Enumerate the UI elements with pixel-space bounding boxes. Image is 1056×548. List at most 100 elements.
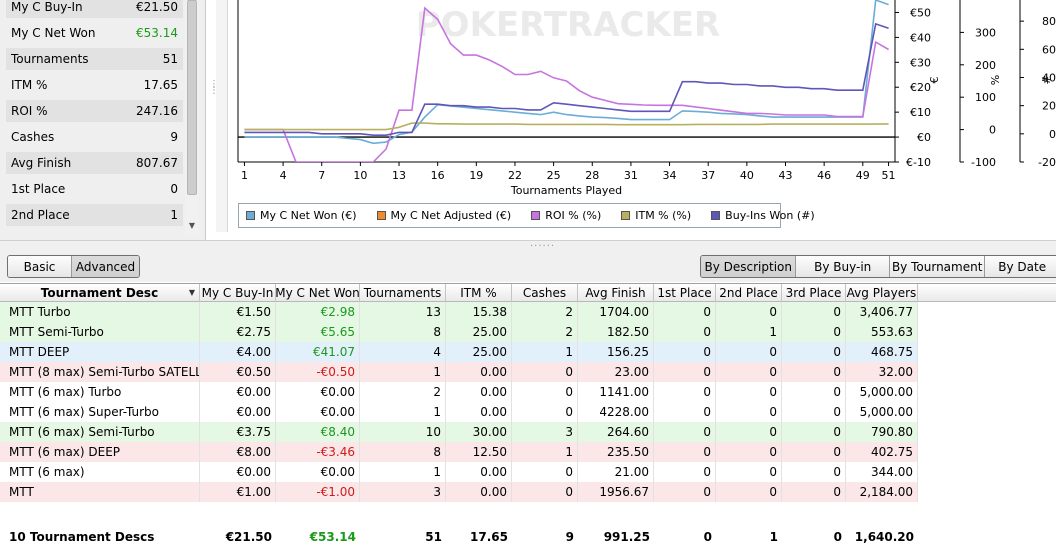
stats-scroll-thumb[interactable] <box>187 0 197 195</box>
table-cell: 0 <box>782 442 846 462</box>
x-tick-label: 4 <box>280 169 287 182</box>
column-header[interactable]: My C Net Won <box>275 284 360 302</box>
report-toolbar: Basic Advanced By Description By Buy-in By … <box>0 252 1056 282</box>
legend-swatch <box>376 211 386 220</box>
table-cell: 25.00 <box>446 342 512 362</box>
legend-item[interactable]: Buy-Ins Won (#) <box>711 209 815 222</box>
tab-by-description[interactable]: By Description <box>701 256 797 277</box>
legend-label: My C Net Adjusted (€) <box>390 209 512 222</box>
table-cell: 0 <box>654 342 716 362</box>
table-cell: €0.00 <box>200 402 276 422</box>
splitter-grip-icon[interactable]: ······ <box>530 242 555 252</box>
legend-item[interactable]: My C Net Adjusted (€) <box>376 209 512 222</box>
table-cell: 0 <box>654 482 716 502</box>
x-tick-label: 37 <box>701 169 715 182</box>
table-cell: 0 <box>833 530 842 544</box>
table-row[interactable]: MTT DEEP €4.00 €41.07 4 25.00 1 156.25 0 0 0 468.7… <box>0 342 918 362</box>
stat-label: Tournaments <box>11 52 89 66</box>
stat-value: €53.14 <box>136 26 178 40</box>
table-cell: 25.00 <box>446 322 512 342</box>
legend-label: Buy-Ins Won (#) <box>725 209 815 222</box>
x-axis-label: Tournaments Played <box>510 184 622 197</box>
legend-item[interactable]: My C Net Won (€) <box>246 209 357 222</box>
table-cell: 4228.00 <box>578 402 654 422</box>
legend-label: My C Net Won (€) <box>260 209 357 222</box>
table-cell: MTT <box>0 482 200 502</box>
table-cell: -€3.46 <box>276 442 360 462</box>
column-header[interactable]: 2nd Place <box>716 284 782 302</box>
y-axis-label: # <box>1040 75 1053 84</box>
table-cell: 0 <box>716 482 782 502</box>
table-cell: MTT (8 max) Semi-Turbo SATELLITE <box>0 362 200 382</box>
table-cell: 0 <box>782 382 846 402</box>
horizontal-splitter[interactable] <box>0 240 1056 252</box>
column-header[interactable]: 1st Place <box>654 284 716 302</box>
watermark-text: POKERTRACKER <box>416 5 720 45</box>
table-row[interactable]: MTT (6 max) €0.00 €0.00 1 0.00 0 21.00 0 0 0 344.0… <box>0 462 918 482</box>
table-cell: €8.00 <box>200 442 276 462</box>
column-header[interactable]: ITM % <box>446 284 512 302</box>
stats-scrollbar[interactable]: ▼ <box>185 0 199 236</box>
y-tick-label: 100 <box>975 91 996 104</box>
column-header[interactable]: Avg Finish <box>578 284 654 302</box>
table-cell: 0 <box>716 382 782 402</box>
x-tick-label: 34 <box>663 169 677 182</box>
column-header[interactable]: 3rd Place <box>782 284 846 302</box>
tab-advanced[interactable]: Advanced <box>72 256 139 277</box>
table-cell: 2,184.00 <box>846 482 918 502</box>
stat-value: 9 <box>170 130 178 144</box>
stat-row: 2nd Place 1 <box>6 204 183 226</box>
y-tick-label: 200 <box>975 59 996 72</box>
stat-label: ROI % <box>11 104 48 118</box>
tab-by-buy-in[interactable]: By Buy-in <box>796 256 890 277</box>
table-cell: 0 <box>716 462 782 482</box>
table-cell: 30.00 <box>446 422 512 442</box>
table-cell: 0 <box>512 482 578 502</box>
legend-item[interactable]: ITM % (%) <box>621 209 691 222</box>
y-tick-label: €50 <box>910 6 931 19</box>
tab-basic[interactable]: Basic <box>8 256 73 277</box>
table-cell: 15.38 <box>446 302 512 322</box>
table-cell: -€1.00 <box>276 482 360 502</box>
legend-swatch <box>531 211 541 220</box>
tab-by-date[interactable]: By Date <box>985 256 1056 277</box>
stat-value: 247.16 <box>136 104 178 118</box>
table-cell: 13 <box>360 302 446 322</box>
stats-panel: My C Buy-In €21.50 My C Net Won €53.14 Tourn… <box>0 0 206 240</box>
view-mode-tabs: Basic Advanced <box>7 255 140 278</box>
table-cell: €8.40 <box>276 422 360 442</box>
table-cell: 0 <box>716 302 782 322</box>
legend-item[interactable]: ROI % (%) <box>531 209 601 222</box>
y-tick-label: 0 <box>1049 128 1056 141</box>
column-header[interactable]: Cashes <box>512 284 578 302</box>
table-cell: 0 <box>782 302 846 322</box>
table-row[interactable]: MTT (8 max) Semi-Turbo SATELLITE €0.50 -€0… <box>0 362 918 382</box>
table-row[interactable]: MTT Semi-Turbo €2.75 €5.65 8 25.00 2 182.50 0 1 0… <box>0 322 918 342</box>
table-row[interactable]: MTT (6 max) Semi-Turbo €3.75 €8.40 10 30.00 3… <box>0 422 918 442</box>
stat-row: 1st Place 0 <box>6 178 183 200</box>
table-cell: €0.00 <box>200 382 276 402</box>
scroll-down-arrow-icon[interactable]: ▼ <box>188 222 196 230</box>
table-row[interactable]: MTT (6 max) DEEP €8.00 -€3.46 8 12.50 1 235.50… <box>0 442 918 462</box>
table-row[interactable]: MTT €1.00 -€1.00 3 0.00 0 1956.67 0 0 0 2,184.00 <box>0 482 918 502</box>
vertical-splitter-grip[interactable]: ⋮ ⋮ <box>209 80 219 108</box>
column-header[interactable]: Avg Players <box>846 284 918 302</box>
column-header[interactable]: My C Buy-In <box>200 284 276 302</box>
table-cell: MTT (6 max) Semi-Turbo <box>0 422 200 442</box>
table-cell: 156.25 <box>578 342 654 362</box>
tab-by-tournament[interactable]: By Tournament <box>889 256 986 277</box>
table-cell: 17.65 <box>470 530 508 544</box>
table-row[interactable]: MTT (6 max) Super-Turbo €0.00 €0.00 1 0.00 0 4… <box>0 402 918 422</box>
column-header[interactable]: Tournaments <box>360 284 446 302</box>
x-tick-label: 1 <box>241 169 248 182</box>
table-row[interactable]: MTT (6 max) Turbo €0.00 €0.00 2 0.00 0 1141.00… <box>0 382 918 402</box>
y-tick-label: €-10 <box>906 156 931 169</box>
table-row[interactable]: MTT Turbo €1.50 €2.98 13 15.38 2 1704.00 0 0 0 3,4… <box>0 302 918 322</box>
table-cell: 0 <box>654 402 716 422</box>
y-tick-label: -100 <box>971 156 996 169</box>
table-cell: 0 <box>782 422 846 442</box>
table-cell: €4.00 <box>200 342 276 362</box>
table-cell: 23.00 <box>578 362 654 382</box>
column-header[interactable]: Tournament Desc ▼ <box>0 284 200 302</box>
table-cell: 2 <box>512 302 578 322</box>
